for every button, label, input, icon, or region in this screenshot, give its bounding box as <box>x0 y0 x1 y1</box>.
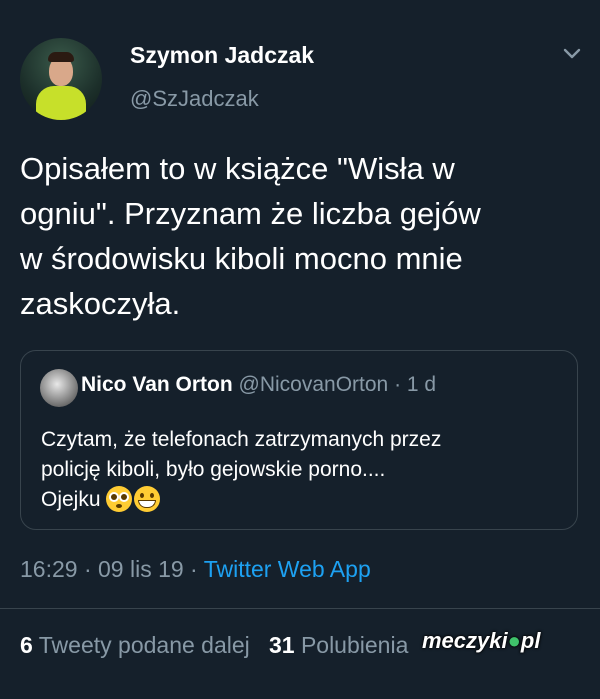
quoted-tweet-header: Nico Van Orton @NicovanOrton · 1 d <box>81 373 436 397</box>
grinning-face-icon <box>134 486 161 512</box>
tweet-timestamp: 16:29 · 09 lis 19 · Twitter Web App <box>20 556 371 583</box>
quoted-author-meta: @NicovanOrton · 1 d <box>238 373 437 396</box>
tweet-line: Opisałem to w książce "Wisła w <box>20 151 455 186</box>
quoted-tweet-line-last: Ojejku <box>41 485 561 515</box>
author-name[interactable]: Szymon Jadczak <box>130 42 314 69</box>
avatar-shirt <box>36 86 86 120</box>
divider <box>0 608 600 609</box>
tweet-line: ogniu". Przyznam że liczba gejów <box>20 196 481 231</box>
tweet-text: Opisałem to w książce "Wisła w ogniu". P… <box>20 146 580 326</box>
quoted-tweet-text: Czytam, że telefonach zatrzymanych przez… <box>41 425 561 515</box>
tweet-line: zaskoczyła. <box>20 286 181 321</box>
quoted-tweet-line: Czytam, że telefonach zatrzymanych przez <box>41 428 442 451</box>
source-link[interactable]: Twitter Web App <box>204 556 371 582</box>
likes-stat[interactable]: 31 Polubienia <box>269 632 408 658</box>
chevron-down-icon[interactable] <box>562 44 582 64</box>
timestamp-text: 16:29 · 09 lis 19 · <box>20 556 204 582</box>
quoted-author-avatar <box>40 369 78 407</box>
watermark-logo: meczyki●pl <box>422 628 541 653</box>
flushed-face-icon <box>106 486 133 512</box>
quoted-tweet-card[interactable]: Nico Van Orton @NicovanOrton · 1 d Czyta… <box>20 350 578 530</box>
retweets-stat[interactable]: 6 Tweety podane dalej <box>20 632 250 658</box>
author-handle[interactable]: @SzJadczak <box>130 86 259 112</box>
avatar-hair <box>48 52 74 62</box>
tweet-line: w środowisku kiboli mocno mnie <box>20 241 463 276</box>
quoted-tweet-line: policję kiboli, było gejowskie porno.... <box>41 458 386 481</box>
tweet-stats: 6 Tweety podane dalej 31 Polubienia <box>20 632 408 659</box>
author-avatar[interactable] <box>20 38 102 120</box>
quoted-author-name: Nico Van Orton <box>81 373 233 396</box>
